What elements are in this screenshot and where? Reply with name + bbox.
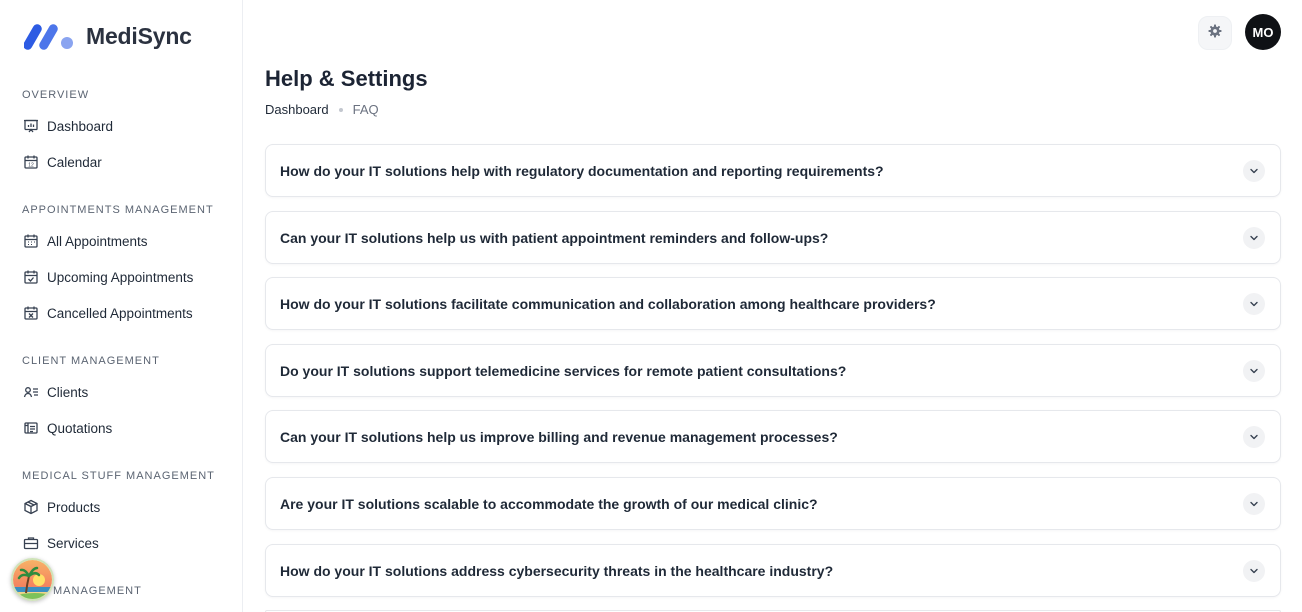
sidebar-item-products[interactable]: Products: [22, 495, 100, 519]
brand-name: MediSync: [86, 22, 192, 49]
calendar-x-icon: [22, 305, 39, 322]
sidebar-item-upcoming-appointments[interactable]: Upcoming Appointments: [22, 265, 193, 289]
briefcase-icon: [22, 535, 39, 552]
sidebar-item-dashboard[interactable]: Dashboard: [22, 114, 113, 138]
page-title: Help & Settings: [265, 66, 428, 91]
section-title-client-management: CLIENT MANAGEMENT: [22, 355, 160, 367]
faq-question: Can your IT solutions help us with patie…: [280, 229, 829, 246]
chevron-down-icon[interactable]: [1243, 360, 1265, 382]
calendar-check-icon: [22, 269, 39, 286]
sidebar-item-calendar[interactable]: 12 Calendar: [22, 150, 102, 174]
beach-avatar-icon[interactable]: [11, 558, 54, 601]
faq-item[interactable]: How do your IT solutions help with regul…: [265, 144, 1281, 197]
presentation-chart-icon: [22, 118, 39, 135]
chevron-down-icon[interactable]: [1243, 493, 1265, 515]
calendar-icon: 12: [22, 154, 39, 171]
sidebar-item-label: Services: [47, 535, 99, 551]
sidebar-item-label: Quotations: [47, 420, 113, 436]
sidebar-item-clients[interactable]: Clients: [22, 380, 88, 404]
sidebar-item-label: Clients: [47, 384, 89, 400]
chevron-down-icon[interactable]: [1243, 560, 1265, 582]
brand-logo[interactable]: MediSync: [24, 20, 192, 52]
breadcrumb-separator: [338, 107, 343, 112]
sidebar-item-label: All Appointments: [47, 233, 148, 249]
section-title-medical-stuff: MEDICAL STUFF MANAGEMENT: [22, 470, 215, 482]
sidebar-item-label: Upcoming Appointments: [47, 269, 194, 285]
sidebar-item-cancelled-appointments[interactable]: Cancelled Appointments: [22, 301, 193, 325]
settings-button[interactable]: [1198, 16, 1232, 50]
chevron-down-icon[interactable]: [1243, 160, 1265, 182]
sidebar-item-label: Calendar: [47, 154, 102, 170]
sidebar-item-services[interactable]: Services: [22, 531, 99, 555]
breadcrumb: Dashboard FAQ: [265, 102, 379, 117]
chevron-down-icon[interactable]: [1243, 293, 1265, 315]
faq-question: Are your IT solutions scalable to accomm…: [280, 495, 818, 512]
section-title-management: MANAGEMENT: [53, 585, 142, 597]
faq-question: How do your IT solutions address cyberse…: [280, 562, 834, 579]
breadcrumb-current: FAQ: [352, 102, 379, 117]
calendar-grid-icon: [22, 233, 39, 250]
faq-question: Do your IT solutions support telemedicin…: [280, 362, 847, 379]
svg-text:12: 12: [28, 163, 34, 169]
section-title-overview: OVERVIEW: [22, 89, 90, 101]
faq-question: How do your IT solutions help with regul…: [280, 162, 884, 179]
chevron-down-icon[interactable]: [1243, 426, 1265, 448]
gear-icon: [1207, 23, 1223, 44]
faq-item[interactable]: How do your IT solutions address cyberse…: [265, 544, 1281, 597]
receipt-icon: [22, 420, 39, 437]
faq-item[interactable]: Can your IT solutions help us improve bi…: [265, 410, 1281, 463]
user-list-icon: [22, 384, 39, 401]
medisync-logo-icon: [24, 24, 73, 50]
chevron-down-icon[interactable]: [1243, 227, 1265, 249]
faq-item[interactable]: How do your IT solutions facilitate comm…: [265, 277, 1281, 330]
sidebar-item-label: Dashboard: [47, 118, 114, 134]
sidebar-item-quotations[interactable]: Quotations: [22, 416, 112, 440]
faq-question: How do your IT solutions facilitate comm…: [280, 295, 936, 312]
faq-item[interactable]: Can your IT solutions help us with patie…: [265, 211, 1281, 264]
sidebar-item-all-appointments[interactable]: All Appointments: [22, 229, 148, 253]
section-title-appointments: APPOINTMENTS MANAGEMENT: [22, 204, 214, 216]
sidebar-item-label: Products: [47, 499, 101, 515]
faq-question: Can your IT solutions help us improve bi…: [280, 428, 838, 445]
sidebar: MediSync OVERVIEW Dashboard 12 Calendar …: [0, 0, 243, 612]
box-icon: [22, 499, 39, 516]
faq-item[interactable]: Do your IT solutions support telemedicin…: [265, 344, 1281, 397]
sidebar-item-label: Cancelled Appointments: [47, 305, 193, 321]
faq-item[interactable]: Are your IT solutions scalable to accomm…: [265, 477, 1281, 530]
breadcrumb-dashboard-link[interactable]: Dashboard: [265, 102, 329, 117]
user-avatar[interactable]: MO: [1245, 14, 1281, 50]
